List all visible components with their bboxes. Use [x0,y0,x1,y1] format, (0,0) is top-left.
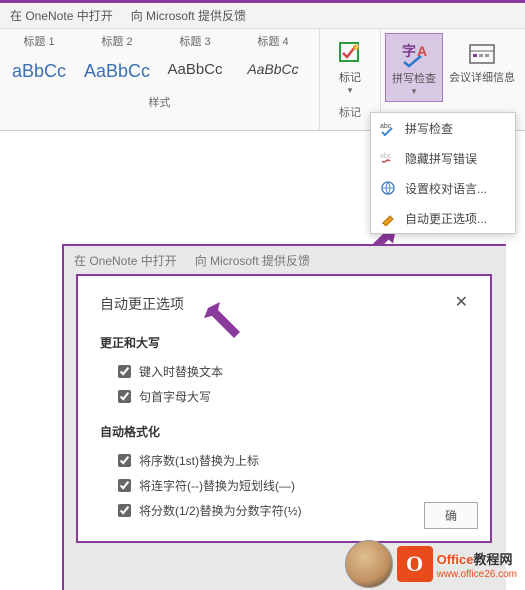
svg-text:abc: abc [380,153,392,160]
styles-group: 标题 1 标题 2 标题 3 标题 4 aBbCc AaBbCc AaBbCc … [0,29,320,130]
calendar-icon [466,37,498,69]
group-label-tag: 标记 [335,100,365,124]
watermark: O Office教程网 www.office26.com [345,540,517,588]
give-feedback-link[interactable]: 向 Microsoft 提供反馈 [131,7,246,24]
chevron-down-icon: ▾ [348,85,353,96]
style-preview-2: AaBbCc [80,57,154,86]
checkbox-ordinals[interactable] [118,454,131,467]
option-replace-text[interactable]: 键入时替换文本 [100,359,468,384]
spelling-dropdown-menu: abc 拼写检查 abc 隐藏拼写错误 设置校对语言... 自动更正选项... [370,112,516,234]
option-ordinals[interactable]: 将序数(1st)替换为上标 [100,448,468,473]
check-abc-icon: abc [379,119,397,137]
autocorrect-dialog: 自动更正选项 ✕ 更正和大写 键入时替换文本 句首字母大写 自动格式化 将序数(… [76,274,492,543]
section-autoformat: 自动格式化 [100,423,468,440]
svg-text:字: 字 [402,43,416,59]
group-label-styles: 样式 [0,90,319,114]
chevron-down-icon: ▾ [412,86,417,97]
office-logo-icon: O [397,546,433,582]
title-bar: 在 OneNote 中打开 向 Microsoft 提供反馈 [0,0,525,29]
hide-errors-icon: abc [379,149,397,167]
menu-hide-errors[interactable]: abc 隐藏拼写错误 [371,143,515,173]
give-feedback-link-2[interactable]: 向 Microsoft 提供反馈 [195,252,310,269]
checkbox-replace-text[interactable] [118,365,131,378]
spelling-check-button[interactable]: 字A 拼写检查 ▾ [385,33,443,102]
open-in-onenote-link[interactable]: 在 OneNote 中打开 [10,7,113,24]
style-heading3[interactable]: 标题 3 [156,31,234,51]
style-heading1[interactable]: 标题 1 [0,31,78,51]
tag-button[interactable]: ? 标记 ▾ [324,33,376,100]
autocorrect-icon [379,209,397,227]
spelling-icon: 字A [398,38,430,70]
ok-button[interactable]: 确 [424,502,478,529]
style-preview-3: AaBbCc [158,57,232,82]
watermark-url: www.office26.com [437,569,517,580]
close-button[interactable]: ✕ [449,290,474,314]
checkbox-hyphens[interactable] [118,479,131,492]
open-in-onenote-link-2[interactable]: 在 OneNote 中打开 [74,252,177,269]
svg-text:?: ? [354,43,359,52]
dialog-title-bar: 在 OneNote 中打开 向 Microsoft 提供反馈 [64,246,506,275]
annotation-arrow-diag [200,300,250,355]
checkbox-fractions[interactable] [118,504,131,517]
tag-icon: ? [334,37,366,69]
style-preview-1: aBbCc [2,57,76,86]
watermark-brand: Office教程网 [437,552,513,567]
meeting-details-button[interactable]: 会议详细信息 [443,33,521,102]
checkbox-capitalize[interactable] [118,390,131,403]
dialog-title: 自动更正选项 [100,294,468,314]
language-icon [379,179,397,197]
avatar [345,540,393,588]
style-heading4[interactable]: 标题 4 [234,31,312,51]
menu-spell-check[interactable]: abc 拼写检查 [371,113,515,143]
dialog-backdrop: 在 OneNote 中打开 向 Microsoft 提供反馈 自动更正选项 ✕ … [62,244,506,590]
option-capitalize[interactable]: 句首字母大写 [100,384,468,409]
style-heading2[interactable]: 标题 2 [78,31,156,51]
menu-set-language[interactable]: 设置校对语言... [371,173,515,203]
section-correction: 更正和大写 [100,334,468,351]
style-preview-4: AaBbCc [236,57,310,81]
menu-autocorrect-options[interactable]: 自动更正选项... [371,203,515,233]
